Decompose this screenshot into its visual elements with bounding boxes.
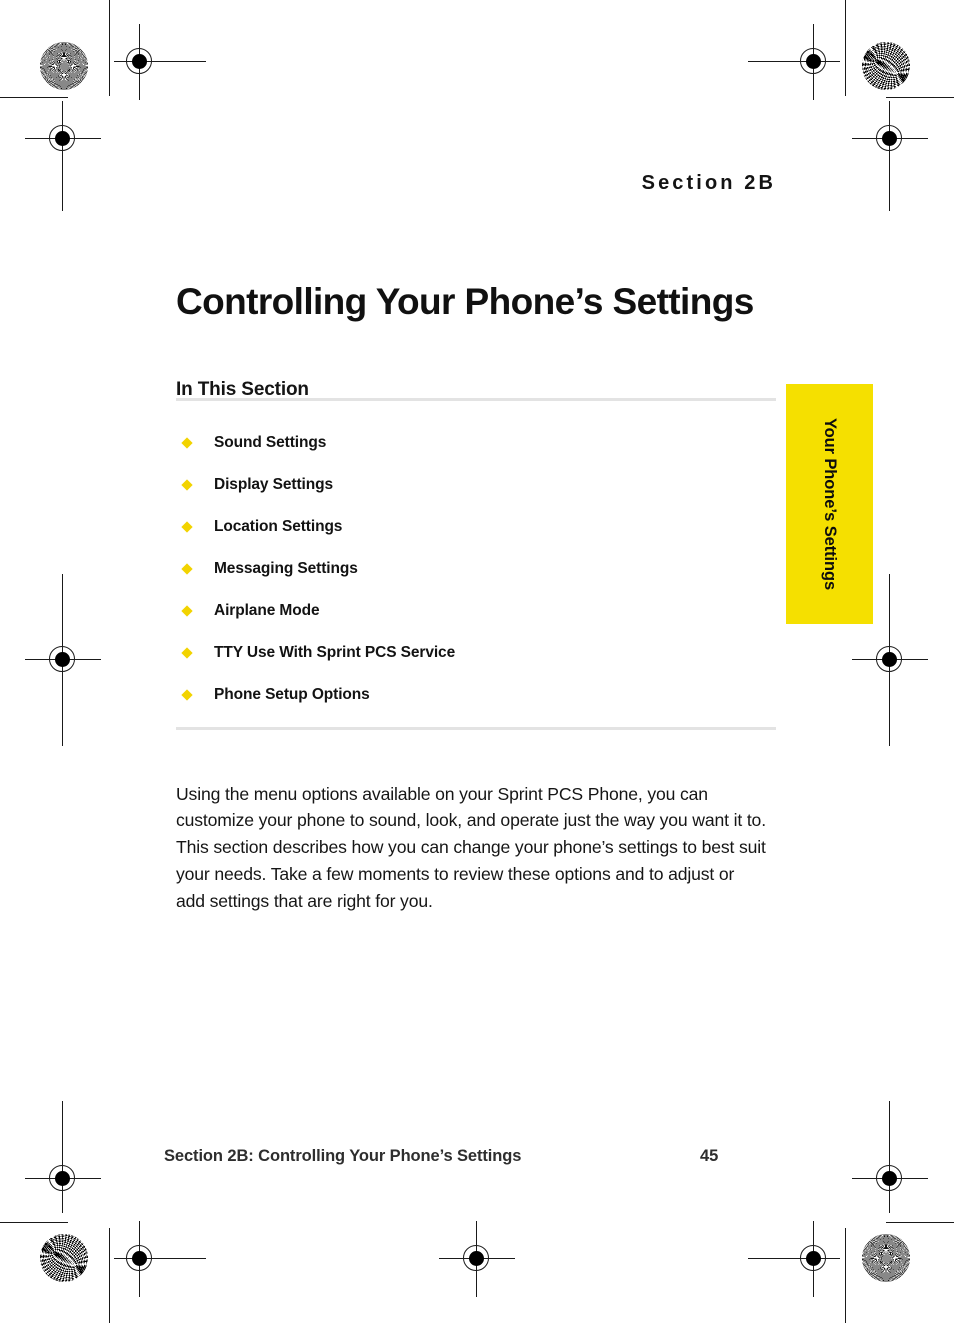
list-item[interactable]: Location Settings (176, 506, 776, 548)
diamond-bullet-icon (181, 563, 193, 575)
list-item-label: Sound Settings (214, 434, 327, 451)
side-tab-label: Your Phone’s Settings (821, 417, 839, 591)
list-item-label: Messaging Settings (214, 560, 358, 577)
divider-top (176, 398, 776, 401)
diamond-bullet-icon (181, 437, 193, 449)
list-item[interactable]: Display Settings (176, 464, 776, 506)
list-item-label: Airplane Mode (214, 602, 320, 619)
list-item-label: Phone Setup Options (214, 686, 370, 703)
list-item-label: TTY Use With Sprint PCS Service (214, 644, 456, 661)
diamond-bullet-icon (181, 605, 193, 617)
in-this-section-list: Sound Settings Display Settings Location… (176, 422, 776, 716)
divider-bottom (176, 727, 776, 730)
diamond-bullet-icon (181, 479, 193, 491)
page-content: Section 2B Controlling Your Phone’s Sett… (0, 0, 954, 1323)
section-side-tab: Your Phone’s Settings (786, 384, 873, 624)
section-eyebrow: Section 2B (641, 172, 776, 194)
list-item[interactable]: Sound Settings (176, 422, 776, 464)
body-paragraph: Using the menu options available on your… (176, 783, 766, 911)
list-item[interactable]: Airplane Mode (176, 590, 776, 632)
footer-section-title: Section 2B: Controlling Your Phone’s Set… (164, 1147, 522, 1165)
list-item[interactable]: Phone Setup Options (176, 674, 776, 716)
diamond-bullet-icon (181, 647, 193, 659)
list-item[interactable]: Messaging Settings (176, 548, 776, 590)
footer-page-number: 45 (700, 1147, 719, 1165)
diamond-bullet-icon (181, 521, 193, 533)
document-page: Section 2B Controlling Your Phone’s Sett… (0, 0, 954, 1323)
list-item-label: Display Settings (214, 476, 333, 493)
list-item[interactable]: TTY Use With Sprint PCS Service (176, 632, 776, 674)
page-title: Controlling Your Phone’s Settings (176, 280, 754, 322)
list-item-label: Location Settings (214, 518, 343, 535)
diamond-bullet-icon (181, 689, 193, 701)
